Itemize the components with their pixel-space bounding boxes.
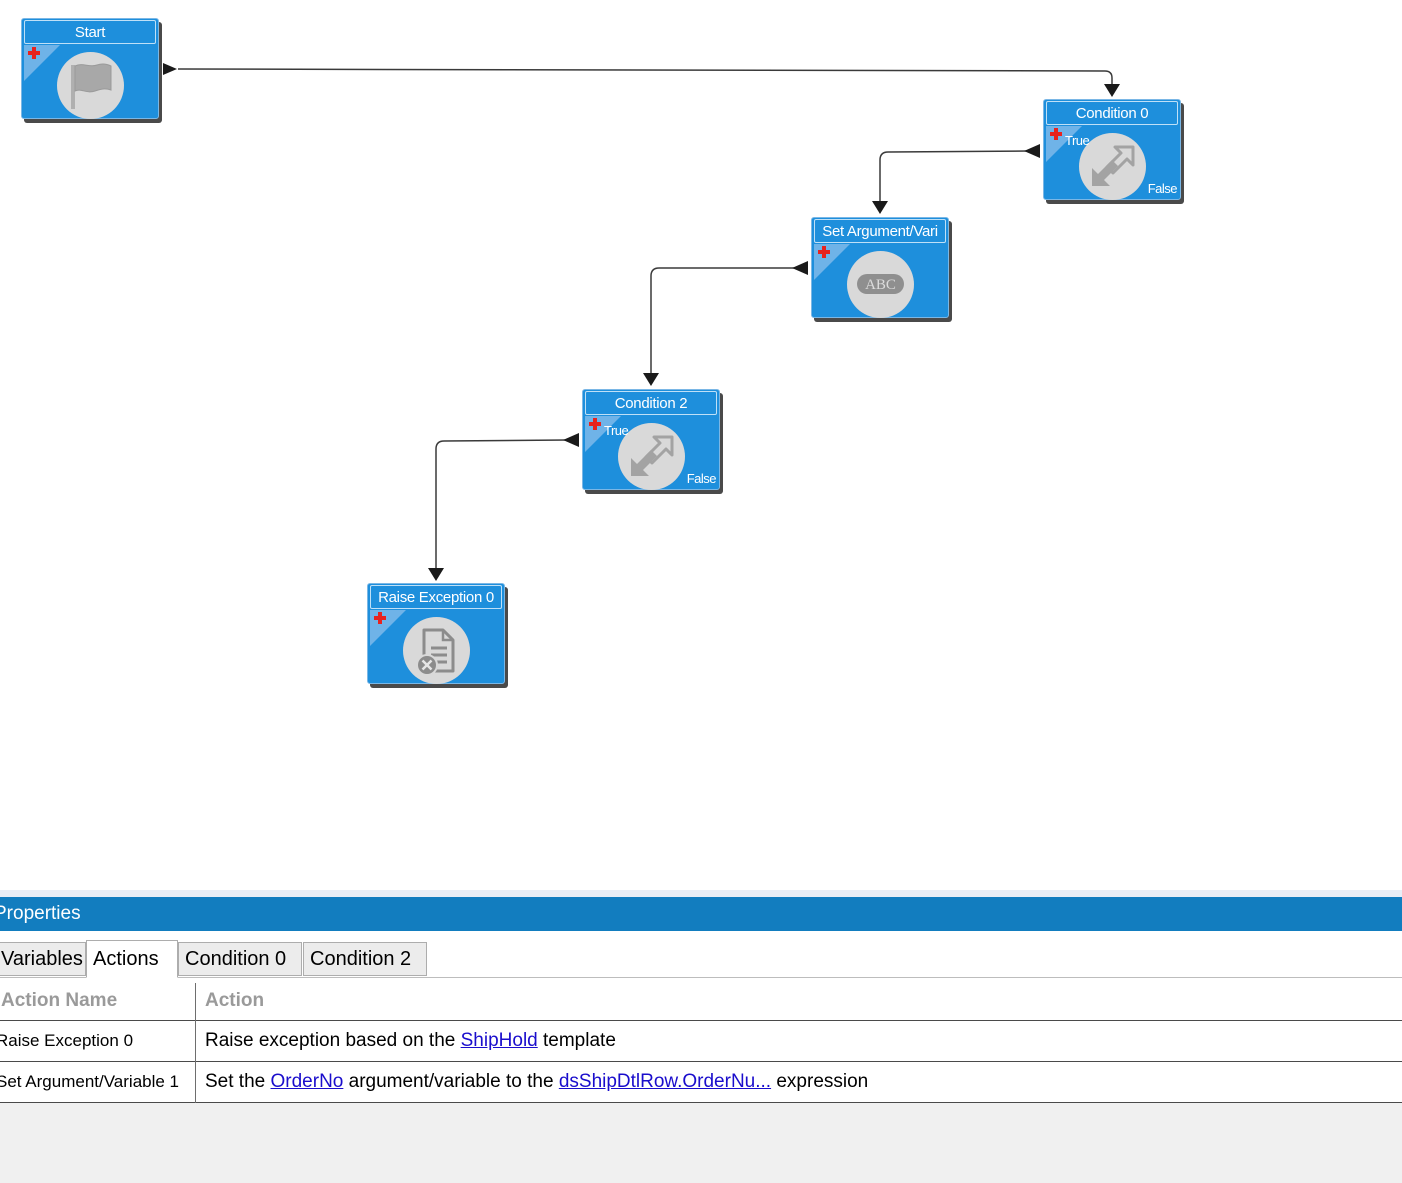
tab-strip-line [0,977,1402,978]
tab-condition-2[interactable]: Condition 2 [303,942,427,976]
abc-icon: ABC [847,251,914,318]
node-condition-2[interactable]: Condition 2 True False [582,389,720,490]
properties-tabs: Variables Actions Condition 0 Condition … [0,931,1402,983]
node-title: Raise Exception 0 [370,585,502,609]
row-1-action-text-end: template [537,1030,616,1051]
node-title: Set Argument/Vari [814,219,946,243]
column-divider [195,983,196,1103]
tab-actions[interactable]: Actions [86,940,178,978]
true-port-label: True [1065,133,1090,148]
node-title: Condition 0 [1046,101,1178,125]
tab-condition-0[interactable]: Condition 0 [178,942,302,976]
workflow-canvas[interactable]: Start Condition 0 True False Set Argumen… [0,0,1402,890]
false-port-label: False [686,471,717,486]
abc-icon-text: ABC [865,277,896,293]
arrow-into-condition2 [643,373,659,386]
add-icon[interactable] [372,610,388,626]
flag-icon [57,52,124,119]
condition2-true-port [563,433,579,447]
true-port-label: True [604,423,629,438]
false-port-label: False [1147,181,1178,196]
node-title: Condition 2 [585,391,717,415]
row-2-action-text-mid: argument/variable to the [343,1071,559,1092]
row-2-action-name[interactable]: Set Argument/Variable 1 [0,1062,194,1102]
row-1-action-name[interactable]: Raise Exception 0 [0,1021,194,1061]
condition0-true-port [1024,144,1040,158]
add-icon[interactable] [26,45,42,61]
setarg-output-port [792,261,808,275]
row-1-action-text: Raise exception based on the [205,1030,461,1051]
arrow-into-setarg [872,201,888,214]
document-error-icon [403,617,470,684]
tab-variables[interactable]: Variables [0,942,86,976]
column-header-action[interactable]: Action [205,983,1395,1019]
row-2-action-text: Set the [205,1071,271,1092]
orderno-link[interactable]: OrderNo [271,1071,344,1092]
add-icon[interactable] [587,416,603,432]
connector-start-condition0 [177,68,1113,86]
start-output-port [163,63,177,75]
expression-link[interactable]: dsShipDtlRow.OrderNu... [559,1071,771,1092]
connector-condition2-raise [435,439,568,570]
add-icon[interactable] [816,244,832,260]
add-icon[interactable] [1048,126,1064,142]
properties-header: Properties [0,897,1402,931]
arrow-into-condition0 [1104,84,1120,97]
arrow-into-raise [428,568,444,581]
row-2-action[interactable]: Set the OrderNo argument/variable to the… [205,1062,1395,1102]
node-raise-exception[interactable]: Raise Exception 0 [367,583,505,684]
panel-top-strip [0,890,1402,897]
connector-condition0-setarg [879,150,1029,203]
row-2-action-text-end: expression [771,1071,869,1092]
node-start[interactable]: Start [21,18,159,119]
row-divider [0,1102,1402,1103]
properties-title: Properties [0,903,81,924]
node-title: Start [24,20,156,44]
node-set-argument[interactable]: Set Argument/Vari ABC [811,217,949,318]
row-1-action[interactable]: Raise exception based on the ShipHold te… [205,1021,1395,1061]
properties-panel: Properties Variables Actions Condition 0… [0,890,1402,1183]
column-header-action-name[interactable]: Action Name [1,983,191,1019]
actions-grid: Action Name Action Raise Exception 0 Rai… [0,983,1402,1103]
shiphold-link[interactable]: ShipHold [461,1030,538,1051]
node-condition-0[interactable]: Condition 0 True False [1043,99,1181,200]
connector-setarg-condition2 [650,267,796,375]
